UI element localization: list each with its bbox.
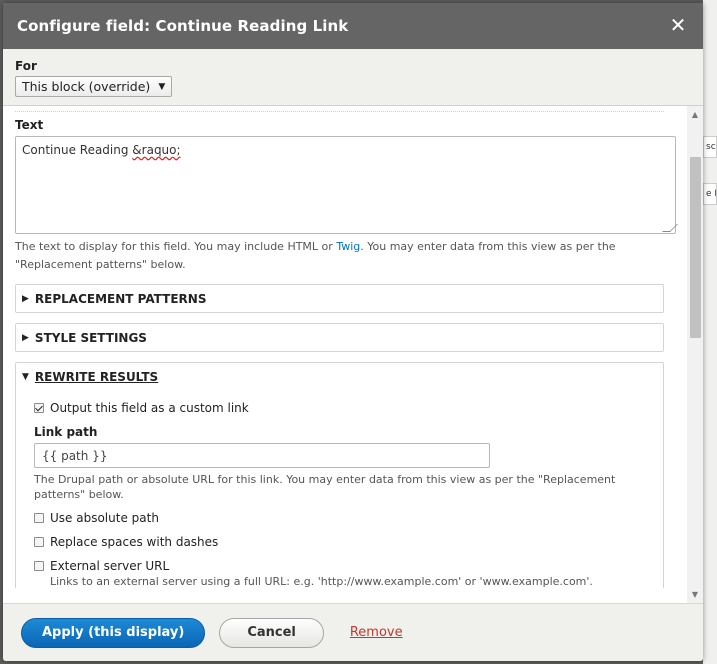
rewrite-results-body: Output this field as a custom link Link … (16, 390, 663, 588)
style-settings-section: ▶ STYLE SETTINGS (15, 323, 664, 352)
scroll-up-icon[interactable]: ▲ (687, 106, 703, 123)
link-path-label: Link path (34, 425, 98, 439)
replace-spaces-label: Replace spaces with dashes (50, 535, 219, 549)
external-server-url-description: Links to an external server using a full… (50, 575, 593, 588)
clipped-content-edge (15, 106, 664, 112)
rewrite-results-toggle[interactable]: ▼ REWRITE RESULTS (16, 363, 663, 390)
textarea-value: Continue Reading (22, 143, 133, 157)
configure-field-dialog: Configure field: Continue Reading Link ✕… (3, 3, 703, 661)
link-path-description: The Drupal path or absolute URL for this… (34, 473, 616, 501)
output-custom-link-option[interactable]: Output this field as a custom link (34, 396, 645, 420)
triangle-down-icon: ▼ (22, 371, 29, 382)
text-description-part: The text to display for this field. You … (15, 240, 337, 253)
link-path-input[interactable]: {{ path }} (34, 443, 490, 468)
output-custom-link-label: Output this field as a custom link (50, 401, 249, 415)
close-icon[interactable]: ✕ (669, 15, 687, 35)
for-section: For This block (override) ▼ (3, 49, 703, 106)
text-description: The text to display for this field. You … (15, 238, 664, 274)
style-settings-label: STYLE SETTINGS (34, 330, 147, 345)
triangle-right-icon: ▶ (22, 332, 29, 343)
for-select[interactable]: This block (override) ▼ (15, 76, 173, 97)
scrollbar-thumb[interactable] (690, 157, 701, 338)
resize-grip-icon[interactable] (662, 224, 678, 232)
background-page: scri e B (703, 0, 717, 664)
triangle-right-icon: ▶ (22, 293, 29, 304)
replace-spaces-checkbox[interactable] (34, 537, 44, 547)
use-absolute-path-option[interactable]: Use absolute path (34, 506, 645, 530)
rewrite-results-label: REWRITE RESULTS (34, 369, 159, 384)
remove-link[interactable]: Remove (350, 625, 403, 640)
for-label: For (15, 59, 37, 73)
use-absolute-path-checkbox[interactable] (34, 513, 44, 523)
textarea-misspelled-word: &raquo; (132, 143, 181, 157)
apply-button[interactable]: Apply (this display) (21, 617, 206, 648)
scroll-down-icon[interactable]: ▼ (687, 586, 703, 603)
background-fragment: scri (703, 136, 717, 158)
text-textarea[interactable]: Continue Reading &raquo; (15, 136, 678, 234)
external-server-url-checkbox[interactable] (34, 561, 44, 571)
text-label: Text (15, 118, 44, 132)
replacement-patterns-toggle[interactable]: ▶ REPLACEMENT PATTERNS (16, 285, 663, 312)
style-settings-toggle[interactable]: ▶ STYLE SETTINGS (16, 324, 663, 351)
dialog-titlebar: Configure field: Continue Reading Link ✕ (3, 3, 703, 49)
use-absolute-path-label: Use absolute path (50, 511, 159, 525)
external-server-url-label: External server URL (50, 559, 170, 573)
output-custom-link-checkbox[interactable] (34, 403, 44, 413)
replace-spaces-option[interactable]: Replace spaces with dashes (34, 530, 645, 554)
dialog-title: Configure field: Continue Reading Link (17, 17, 349, 35)
replacement-patterns-label: REPLACEMENT PATTERNS (34, 291, 207, 306)
dialog-footer: Apply (this display) Cancel Remove (3, 603, 703, 661)
chevron-down-icon: ▼ (158, 81, 166, 92)
replacement-patterns-section: ▶ REPLACEMENT PATTERNS (15, 284, 664, 313)
for-select-value: This block (override) (22, 79, 151, 94)
rewrite-results-section: ▼ REWRITE RESULTS Output this field as a… (15, 362, 664, 588)
dialog-scroll-area[interactable]: Text Continue Reading &raquo; The text t… (3, 106, 703, 603)
twig-link[interactable]: Twig (336, 240, 360, 253)
cancel-button[interactable]: Cancel (219, 617, 324, 648)
dialog-scrollbar[interactable]: ▲ ▼ (687, 106, 703, 603)
background-fragment: e B (703, 183, 717, 205)
